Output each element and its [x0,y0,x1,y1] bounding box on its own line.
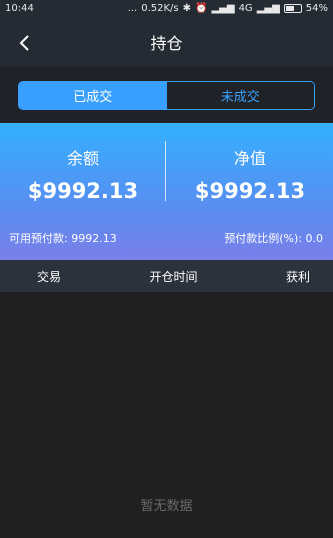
equity-label: 净值 [233,149,266,168]
tab-switcher: 已成交 未成交 [18,80,315,110]
equity-column: 净值 $9992.13 [167,123,333,203]
margin-ratio: 预付款比例(%): 0.0 [224,232,323,245]
column-trade: 交易 [37,269,62,284]
balance-divider [165,141,166,201]
status-battery: 54% [305,3,328,14]
battery-icon [283,4,302,13]
balance-label: 余额 [66,149,99,168]
signal-icon-2: ▂▄▆ [256,3,280,14]
tab-filled[interactable]: 已成交 [19,81,167,109]
status-icons: ... 0.52K/s ✱ ⏰ ▂▄▆ 4G ▂▄▆ 54% [128,3,328,14]
status-speed: 0.52K/s [141,3,179,14]
available-margin: 可用预付款: 9992.13 [9,232,117,245]
balance-value: $9992.13 [27,179,139,203]
tab-unfilled[interactable]: 未成交 [166,81,314,109]
nav-bar: 持仓 [0,17,333,67]
status-dots: ... [127,3,138,14]
balance-footer: 可用预付款: 9992.13 预付款比例(%): 0.0 [9,230,323,246]
page-title: 持仓 [150,34,183,53]
balance-column: 余额 $9992.13 [0,123,166,203]
status-bar: 10:44 ... 0.52K/s ✱ ⏰ ▂▄▆ 4G ▂▄▆ 54% [0,0,333,17]
balance-card: 余额 $9992.13 净值 $9992.13 可用预付款: 9992.13 预… [0,123,333,260]
alarm-icon: ⏰ [195,3,208,14]
chevron-left-icon [19,35,29,51]
column-open-time: 开仓时间 [149,269,198,284]
empty-state-text: 暂无数据 [140,499,193,514]
signal-icon: ▂▄▆ [211,3,235,14]
status-network: 4G [238,3,253,14]
back-button[interactable] [14,33,34,53]
equity-value: $9992.13 [194,179,306,203]
column-profit: 获利 [285,269,310,284]
tabs-container: 已成交 未成交 [0,67,333,123]
table-header: 交易 开仓时间 获利 [0,260,333,292]
bluetooth-icon: ✱ [182,3,192,14]
status-time: 10:44 [5,3,34,14]
